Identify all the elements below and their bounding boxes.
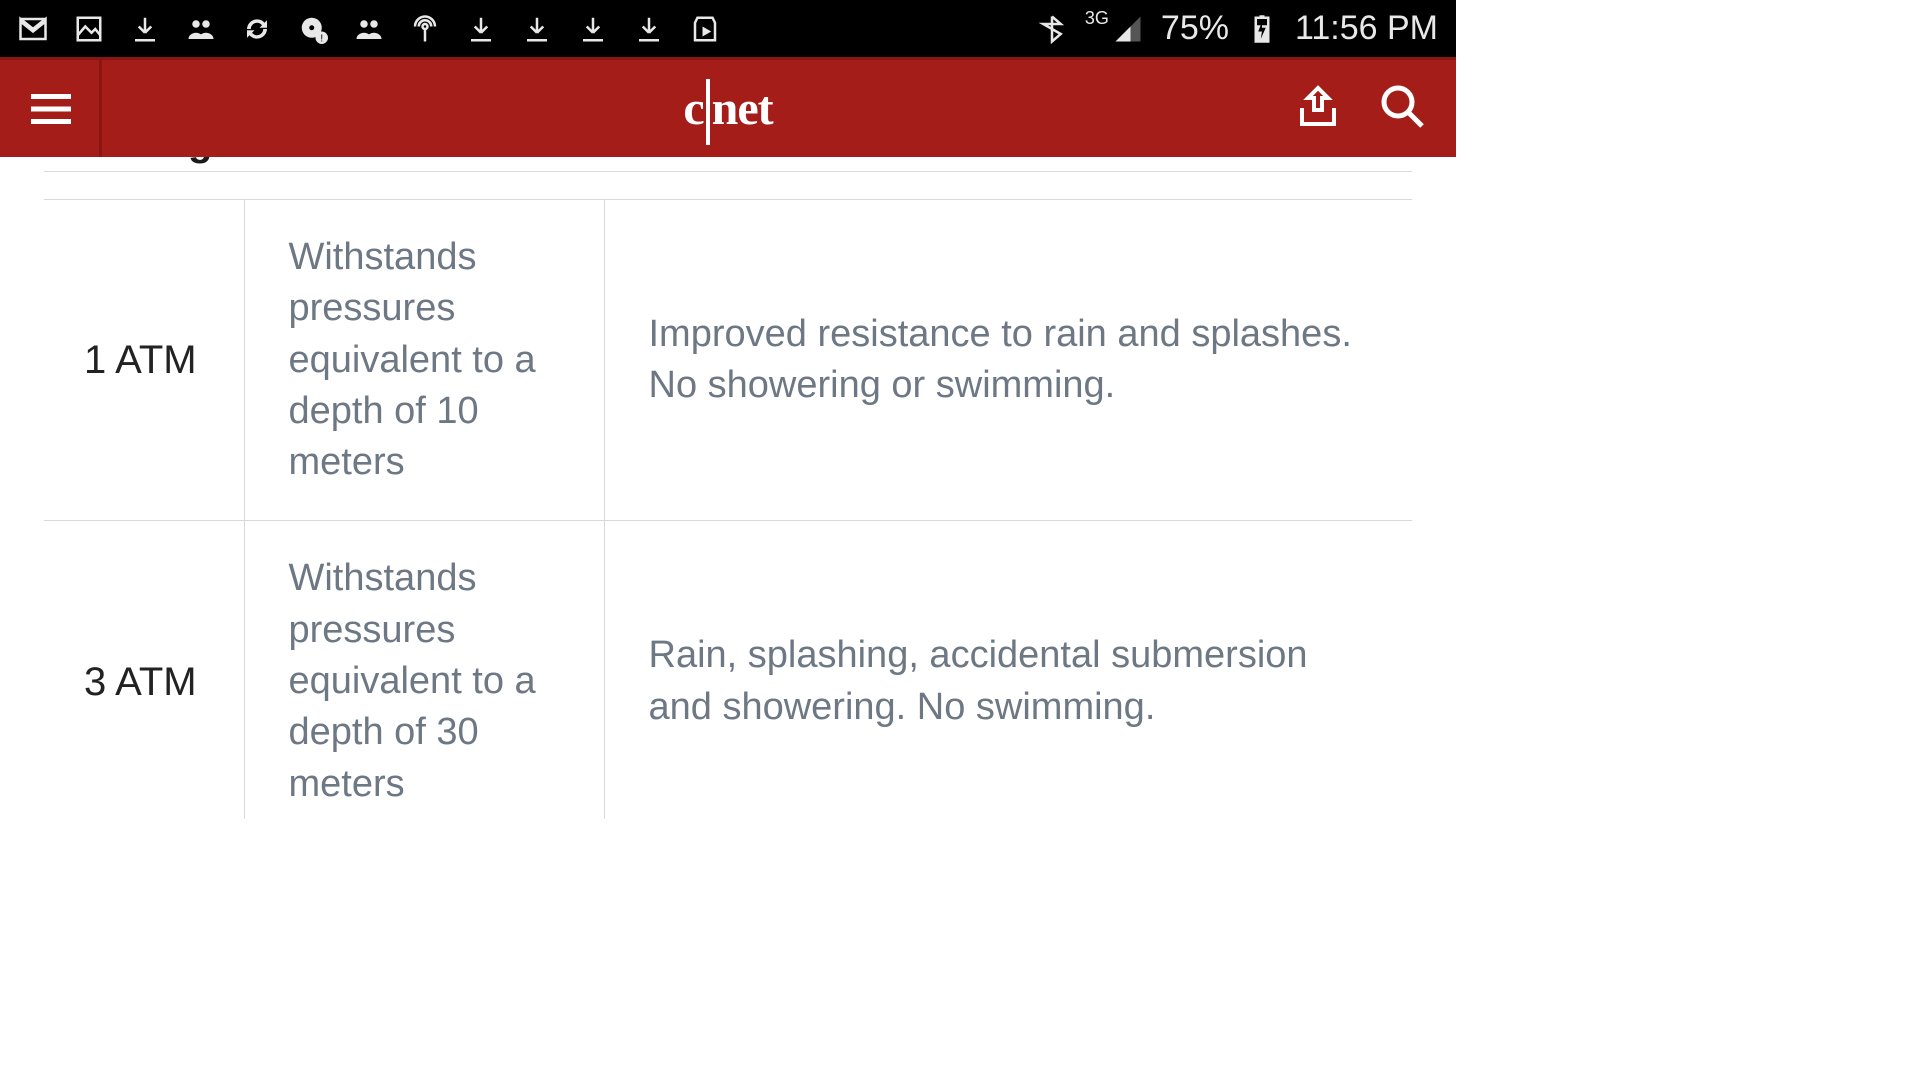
signal-icon (1113, 14, 1143, 44)
logo-divider (706, 79, 710, 145)
battery-charging-icon (1247, 14, 1277, 44)
logo-text-right: net (712, 81, 773, 136)
download2-icon (466, 14, 496, 44)
cell-rating: 3 ATM (44, 521, 244, 819)
status-system-area: 3G 75% 11:56 PM (1037, 9, 1438, 48)
article-content[interactable]: Ratings 1 ATMWithstands pressures equiva… (0, 157, 1456, 819)
water-resistance-table: 1 ATMWithstands pressures equivalent to … (44, 171, 1412, 819)
android-status-bar: ! 3G 75% 11:56 PM (0, 0, 1456, 57)
cnet-logo[interactable]: c net (0, 76, 1456, 142)
search-button[interactable] (1378, 82, 1426, 135)
network-type-label: 3G (1085, 8, 1109, 29)
battery-percent: 75% (1161, 9, 1229, 48)
download-icon (130, 14, 160, 44)
clock: 11:56 PM (1295, 9, 1438, 48)
disc-alert-icon: ! (298, 14, 328, 44)
table-heading-fragment: Ratings (44, 157, 1412, 165)
picture-icon (74, 14, 104, 44)
cell-suitable: Improved resistance to rain and splashes… (604, 200, 1412, 521)
sync-icon (242, 14, 272, 44)
share-button[interactable] (1294, 82, 1342, 135)
logo-text-left: c (683, 81, 703, 136)
status-notification-area: ! (18, 14, 720, 44)
app-bar: c net (0, 57, 1456, 157)
search-icon (1378, 82, 1426, 130)
bluetooth-icon (1037, 14, 1067, 44)
broadcast-icon (410, 14, 440, 44)
group2-icon (354, 14, 384, 44)
mail-icon (18, 14, 48, 44)
table-row: 3 ATMWithstands pressures equivalent to … (44, 521, 1412, 819)
group-icon (186, 14, 216, 44)
menu-button[interactable] (0, 60, 102, 157)
cell-rating: 1 ATM (44, 200, 244, 521)
play-store-icon (690, 14, 720, 44)
svg-text:!: ! (320, 33, 323, 44)
cell-suitable: Rain, splashing, accidental submersion a… (604, 521, 1412, 819)
table-row: 1 ATMWithstands pressures equivalent to … (44, 200, 1412, 521)
share-icon (1294, 82, 1342, 130)
cell-definition: Withstands pressures equivalent to a dep… (244, 200, 604, 521)
download3-icon (522, 14, 552, 44)
download4-icon (578, 14, 608, 44)
cell-definition: Withstands pressures equivalent to a dep… (244, 521, 604, 819)
download5-icon (634, 14, 664, 44)
hamburger-icon (23, 89, 79, 129)
